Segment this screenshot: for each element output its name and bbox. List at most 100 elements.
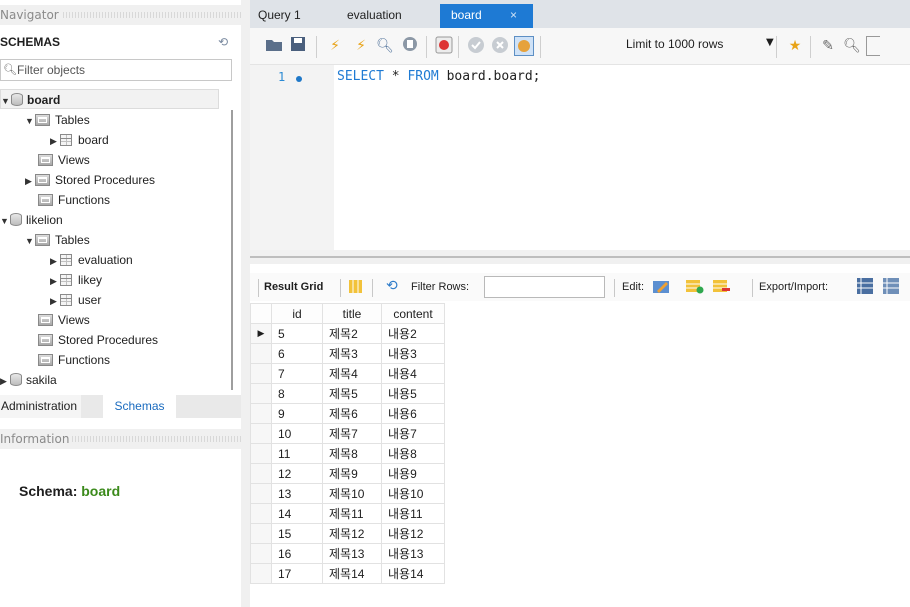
tree-item-functions[interactable]: Functions xyxy=(38,350,110,370)
cell-content[interactable]: 내용8 xyxy=(381,443,445,464)
collapse-arrow-icon[interactable]: ▶ xyxy=(50,131,60,151)
tree-item-views[interactable]: Views xyxy=(38,150,90,170)
cell-title[interactable]: 제목10 xyxy=(322,483,382,504)
cell-content[interactable]: 내용10 xyxy=(381,483,445,504)
cell-title[interactable]: 제목14 xyxy=(322,563,382,584)
filter-objects-field[interactable]: 🔍︎ xyxy=(0,59,232,81)
column-header-content[interactable]: content xyxy=(381,303,445,324)
cell-title[interactable]: 제목3 xyxy=(322,343,382,364)
execute-current-icon[interactable]: ⚡ xyxy=(351,36,371,56)
cell-id[interactable]: 5 xyxy=(271,323,323,344)
beautify-icon[interactable]: ✎ xyxy=(818,36,838,56)
cell-title[interactable]: 제목13 xyxy=(322,543,382,564)
row-marker[interactable] xyxy=(250,443,272,464)
cell-title[interactable]: 제목9 xyxy=(322,463,382,484)
cell-id[interactable]: 17 xyxy=(271,563,323,584)
sql-line[interactable]: SELECT * FROM board.board; xyxy=(337,69,541,84)
table-row[interactable]: 8 제목5 내용5 xyxy=(250,383,445,404)
row-marker[interactable] xyxy=(250,383,272,404)
cell-id[interactable]: 6 xyxy=(271,343,323,364)
row-marker[interactable] xyxy=(250,503,272,524)
cell-id[interactable]: 8 xyxy=(271,383,323,404)
cell-content[interactable]: 내용6 xyxy=(381,403,445,424)
table-row[interactable]: 15 제목12 내용12 xyxy=(250,523,445,544)
table-row[interactable]: 10 제목7 내용7 xyxy=(250,423,445,444)
tab-query-1[interactable]: Query 1 xyxy=(258,4,301,28)
cell-title[interactable]: 제목2 xyxy=(322,323,382,344)
expand-arrow-icon[interactable]: ▼ xyxy=(1,91,11,111)
table-row[interactable]: 6 제목3 내용3 xyxy=(250,343,445,364)
cell-title[interactable]: 제목4 xyxy=(322,363,382,384)
commit-icon[interactable] xyxy=(466,36,486,56)
invisible-chars-icon[interactable] xyxy=(866,36,880,56)
cell-title[interactable]: 제목11 xyxy=(322,503,382,524)
cell-id[interactable]: 15 xyxy=(271,523,323,544)
cell-content[interactable]: 내용4 xyxy=(381,363,445,384)
explain-icon[interactable]: 🔍︎ xyxy=(375,36,395,56)
refresh-icon[interactable]: ⟲ xyxy=(218,35,228,49)
column-header-id[interactable]: id xyxy=(271,303,323,324)
cell-id[interactable]: 13 xyxy=(271,483,323,504)
delete-row-icon[interactable] xyxy=(713,278,731,297)
cell-title[interactable]: 제목12 xyxy=(322,523,382,544)
cell-title[interactable]: 제목8 xyxy=(322,443,382,464)
cell-content[interactable]: 내용12 xyxy=(381,523,445,544)
cell-id[interactable]: 14 xyxy=(271,503,323,524)
tree-item-schema-likelion[interactable]: ▼ likelion xyxy=(0,210,63,230)
collapse-arrow-icon[interactable]: ▶ xyxy=(50,271,60,291)
row-marker[interactable] xyxy=(250,343,272,364)
close-icon[interactable]: × xyxy=(510,4,517,26)
cell-id[interactable]: 10 xyxy=(271,423,323,444)
tree-item-stored-procedures[interactable]: ▶ Stored Procedures xyxy=(25,170,155,190)
cell-content[interactable]: 내용5 xyxy=(381,383,445,404)
tree-item-schema-sakila[interactable]: ▶ sakila xyxy=(0,370,57,390)
collapse-arrow-icon[interactable]: ▶ xyxy=(0,371,10,391)
table-row[interactable]: 17 제목14 내용14 xyxy=(250,563,445,584)
expand-arrow-icon[interactable]: ▼ xyxy=(25,231,35,251)
collapse-arrow-icon[interactable]: ▶ xyxy=(50,251,60,271)
row-marker[interactable] xyxy=(250,523,272,544)
cell-title[interactable]: 제목6 xyxy=(322,403,382,424)
edit-cell-icon[interactable] xyxy=(653,278,671,297)
cell-content[interactable]: 내용9 xyxy=(381,463,445,484)
cell-content[interactable]: 내용14 xyxy=(381,563,445,584)
table-row[interactable]: 9 제목6 내용6 xyxy=(250,403,445,424)
row-marker[interactable] xyxy=(250,543,272,564)
row-marker[interactable] xyxy=(250,483,272,504)
tree-item-table-board[interactable]: ▶ board xyxy=(50,130,109,150)
bookmark-star-icon[interactable]: ★ xyxy=(785,36,805,56)
tree-item-table-evaluation[interactable]: ▶ evaluation xyxy=(50,250,133,270)
row-marker[interactable] xyxy=(250,403,272,424)
tab-schemas[interactable]: Schemas xyxy=(103,395,176,418)
cell-content[interactable]: 내용2 xyxy=(381,323,445,344)
limit-rows-select[interactable]: Limit to 1000 rows xyxy=(626,37,723,51)
grid-view-icon[interactable] xyxy=(349,280,362,296)
row-marker[interactable] xyxy=(250,463,272,484)
tab-administration[interactable]: Administration xyxy=(0,395,82,418)
cell-id[interactable]: 7 xyxy=(271,363,323,384)
row-marker[interactable] xyxy=(250,563,272,584)
execute-icon[interactable]: ⚡ xyxy=(325,36,345,56)
table-row[interactable]: 7 제목4 내용4 xyxy=(250,363,445,384)
tab-evaluation[interactable]: evaluation xyxy=(347,4,402,28)
autocommit-icon[interactable] xyxy=(514,36,534,56)
table-row[interactable]: 14 제목11 내용11 xyxy=(250,503,445,524)
cell-id[interactable]: 16 xyxy=(271,543,323,564)
cell-id[interactable]: 11 xyxy=(271,443,323,464)
table-row[interactable]: 13 제목10 내용10 xyxy=(250,483,445,504)
toggle-error-icon[interactable] xyxy=(434,36,454,56)
cell-content[interactable]: 내용13 xyxy=(381,543,445,564)
tree-item-tables[interactable]: ▼ Tables xyxy=(25,110,90,130)
tree-item-schema-board[interactable]: ▼ board xyxy=(0,89,219,109)
add-row-icon[interactable] xyxy=(686,278,704,297)
table-row[interactable]: 11 제목8 내용8 xyxy=(250,443,445,464)
current-row-icon[interactable]: ▶ xyxy=(250,323,272,344)
tree-item-table-likey[interactable]: ▶ likey xyxy=(50,270,102,290)
row-marker[interactable] xyxy=(250,363,272,384)
cell-content[interactable]: 내용7 xyxy=(381,423,445,444)
editor-result-splitter[interactable] xyxy=(250,250,910,264)
find-icon[interactable]: 🔍︎ xyxy=(842,36,862,56)
import-icon[interactable] xyxy=(883,278,899,297)
navigator-scrollbar[interactable] xyxy=(231,110,233,390)
collapse-arrow-icon[interactable]: ▶ xyxy=(50,291,60,311)
